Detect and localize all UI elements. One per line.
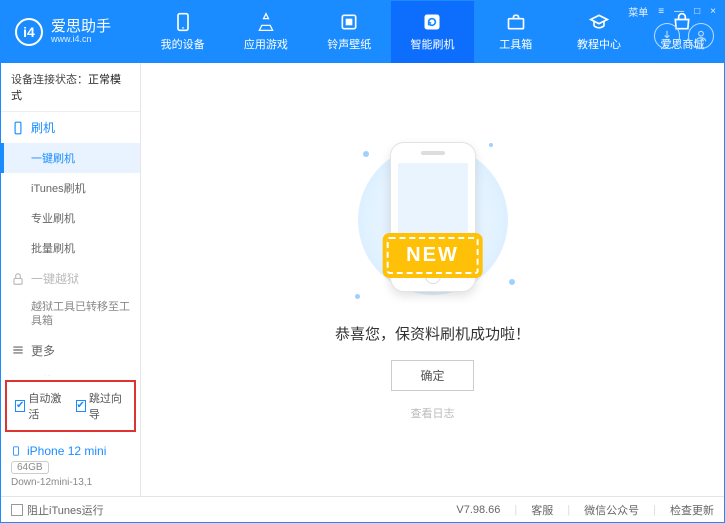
close-button[interactable]: × <box>710 6 716 17</box>
minimize-button[interactable]: — <box>674 6 684 17</box>
success-message: 恭喜您，保资料刷机成功啦！ <box>333 323 533 344</box>
nav-toolbox[interactable]: 工具箱 <box>474 1 557 63</box>
flash-options-highlight: ✔自动激活 ✔跳过向导 <box>5 380 136 432</box>
brand-subtitle: www.i4.cn <box>51 35 111 45</box>
sidebar: 设备连接状态：正常模式 刷机 一键刷机 iTunes刷机 专业刷机 批量刷机 一… <box>1 63 141 496</box>
footer: 阻止iTunes运行 V7.98.66 | 客服 | 微信公众号 | 检查更新 <box>1 496 724 522</box>
checkbox-unchecked-icon <box>11 504 23 516</box>
device-icon <box>11 444 21 458</box>
checkbox-auto-activate[interactable]: ✔自动激活 <box>15 390 66 422</box>
more-icon <box>11 343 25 357</box>
graduation-icon <box>589 12 609 32</box>
sidebar-item-itunes-flash[interactable]: iTunes刷机 <box>1 173 140 203</box>
toolbox-icon <box>506 12 526 32</box>
jailbreak-note: 越狱工具已转移至工具箱 <box>1 294 140 335</box>
brand-title: 爱思助手 <box>51 19 111 36</box>
nav-apps-games[interactable]: 应用游戏 <box>224 1 307 63</box>
sidebar-section-more[interactable]: 更多 <box>1 335 140 366</box>
view-log-link[interactable]: 查看日志 <box>333 405 533 421</box>
user-button[interactable] <box>688 23 714 49</box>
header: i4 爱思助手 www.i4.cn 我的设备 应用游戏 铃声壁纸 智能刷机 工具… <box>1 1 724 63</box>
version-label: V7.98.66 <box>456 504 500 516</box>
customer-service-link[interactable]: 客服 <box>531 502 553 518</box>
app-window: i4 爱思助手 www.i4.cn 我的设备 应用游戏 铃声壁纸 智能刷机 工具… <box>0 0 725 523</box>
phone-icon <box>11 121 25 135</box>
download-button[interactable] <box>654 23 680 49</box>
account-actions <box>654 23 714 49</box>
phone-illustration: NEW <box>333 139 533 309</box>
wechat-link[interactable]: 微信公众号 <box>584 502 639 518</box>
checkbox-block-itunes[interactable]: 阻止iTunes运行 <box>11 502 104 518</box>
confirm-button[interactable]: 确定 <box>391 360 473 391</box>
device-name: iPhone 12 mini <box>11 444 130 458</box>
connection-status: 设备连接状态：正常模式 <box>1 63 140 112</box>
user-icon <box>694 29 708 43</box>
sidebar-item-other-tools[interactable]: 其他工具 <box>1 366 140 376</box>
nav-my-device[interactable]: 我的设备 <box>141 1 224 63</box>
sidebar-item-batch-flash[interactable]: 批量刷机 <box>1 233 140 263</box>
window-controls: 菜单 ≡ — □ × <box>620 1 724 21</box>
nav-smart-flash[interactable]: 智能刷机 <box>391 1 474 63</box>
lock-icon <box>11 272 25 286</box>
body: 设备连接状态：正常模式 刷机 一键刷机 iTunes刷机 专业刷机 批量刷机 一… <box>1 63 724 496</box>
sidebar-item-pro-flash[interactable]: 专业刷机 <box>1 203 140 233</box>
apps-icon <box>256 12 276 32</box>
phone-icon <box>173 12 193 32</box>
refresh-icon <box>422 12 442 32</box>
new-ribbon: NEW <box>386 237 479 274</box>
checkbox-checked-icon: ✔ <box>15 400 25 412</box>
checkbox-checked-icon: ✔ <box>76 400 86 412</box>
device-block[interactable]: iPhone 12 mini 64GB Down-12mini-13,1 <box>1 438 140 496</box>
maximize-button[interactable]: □ <box>694 6 700 17</box>
download-icon <box>660 29 674 43</box>
wallpaper-icon <box>339 12 359 32</box>
nav-ringtones[interactable]: 铃声壁纸 <box>308 1 391 63</box>
device-capacity: 64GB <box>11 461 49 474</box>
brand-logo-icon: i4 <box>15 18 43 46</box>
brand: i4 爱思助手 www.i4.cn <box>1 1 141 63</box>
sidebar-item-oneclick-flash[interactable]: 一键刷机 <box>1 143 140 173</box>
sidebar-section-flash[interactable]: 刷机 <box>1 112 140 143</box>
checkbox-skip-wizard[interactable]: ✔跳过向导 <box>76 390 127 422</box>
menu-text[interactable]: 菜单 <box>628 4 648 19</box>
main-content: NEW 恭喜您，保资料刷机成功啦！ 确定 查看日志 <box>141 63 724 496</box>
sidebar-list: 刷机 一键刷机 iTunes刷机 专业刷机 批量刷机 一键越狱 越狱工具已转移至… <box>1 112 140 376</box>
menu-icon[interactable]: ≡ <box>658 6 664 17</box>
check-update-link[interactable]: 检查更新 <box>670 502 714 518</box>
device-firmware: Down-12mini-13,1 <box>11 477 130 488</box>
sidebar-section-jailbreak: 一键越狱 <box>1 263 140 294</box>
